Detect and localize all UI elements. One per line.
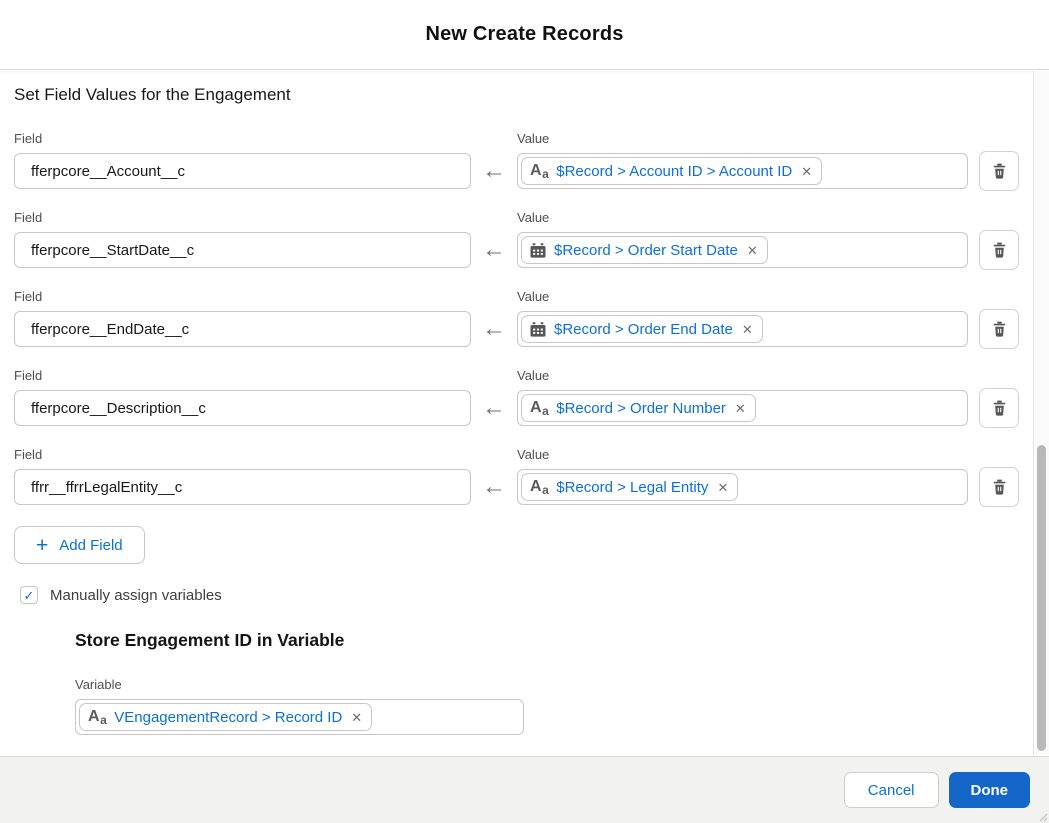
left-arrow-icon: ←	[471, 390, 517, 426]
field-input-value: fferpcore__Description__c	[31, 400, 206, 417]
field-label: Field	[14, 210, 471, 226]
store-variable-section: Store Engagement ID in Variable Variable…	[75, 630, 1019, 735]
field-label: Field	[14, 289, 471, 305]
value-pill[interactable]: Aa $Record > Legal Entity ✕	[521, 473, 738, 501]
value-pill[interactable]: Aa $Record > Order End Date ✕	[521, 315, 763, 343]
trash-icon	[992, 321, 1007, 337]
store-variable-heading: Store Engagement ID in Variable	[75, 630, 1019, 651]
field-label: Field	[14, 131, 471, 147]
calendar-icon	[530, 243, 546, 258]
value-pill[interactable]: Aa $Record > Account ID > Account ID ✕	[521, 157, 822, 185]
scrollbar-track[interactable]	[1033, 71, 1049, 755]
remove-icon[interactable]: ✕	[747, 244, 758, 257]
trash-icon	[992, 242, 1007, 258]
dialog-body: Set Field Values for the Engagement Fiel…	[0, 71, 1033, 755]
text-type-icon: Aa	[530, 163, 548, 179]
delete-row-button[interactable]	[979, 309, 1019, 349]
remove-icon[interactable]: ✕	[742, 323, 753, 336]
add-field-label: Add Field	[59, 537, 122, 554]
dialog-footer: Cancel Done	[0, 756, 1049, 823]
manually-assign-label: Manually assign variables	[50, 587, 222, 604]
remove-icon[interactable]: ✕	[717, 481, 728, 494]
value-input[interactable]: Aa $Record > Account ID > Account ID ✕	[517, 153, 968, 189]
value-label: Value	[517, 131, 968, 147]
text-type-icon: Aa	[88, 709, 106, 725]
left-arrow-icon: ←	[471, 232, 517, 268]
cancel-button[interactable]: Cancel	[844, 772, 939, 808]
pill-text: $Record > Legal Entity	[556, 479, 708, 496]
remove-icon[interactable]: ✕	[351, 711, 362, 724]
value-label: Value	[517, 289, 968, 305]
check-icon: ✓	[24, 589, 35, 602]
left-arrow-icon: ←	[471, 469, 517, 505]
delete-row-button[interactable]	[979, 230, 1019, 270]
value-input[interactable]: Aa $Record > Legal Entity ✕	[517, 469, 968, 505]
field-input-value: fferpcore__EndDate__c	[31, 321, 189, 338]
value-input[interactable]: Aa $Record > Order End Date ✕	[517, 311, 968, 347]
field-value-row: Field fferpcore__Description__c ← Value …	[14, 368, 1019, 426]
dialog-title: New Create Records	[425, 23, 623, 46]
add-field-button[interactable]: + Add Field	[14, 526, 145, 564]
dialog-header: New Create Records	[0, 0, 1049, 70]
scrollbar-thumb[interactable]	[1037, 445, 1046, 751]
value-input[interactable]: Aa $Record > Order Start Date ✕	[517, 232, 968, 268]
trash-icon	[992, 163, 1007, 179]
trash-icon	[992, 479, 1007, 495]
variable-pill[interactable]: Aa VEngagementRecord > Record ID ✕	[79, 703, 372, 731]
variable-pill-text: VEngagementRecord > Record ID	[114, 709, 342, 726]
variable-label: Variable	[75, 677, 524, 693]
pill-text: $Record > Order End Date	[554, 321, 733, 338]
field-value-row: Field fferpcore__EndDate__c ← Value Aa	[14, 289, 1019, 347]
field-rows: Field fferpcore__Account__c ← Value Aa	[14, 131, 1019, 505]
manually-assign-checkbox[interactable]: ✓	[20, 586, 38, 604]
left-arrow-icon: ←	[471, 311, 517, 347]
variable-input[interactable]: Aa VEngagementRecord > Record ID ✕	[75, 699, 524, 735]
field-input-value: fferpcore__StartDate__c	[31, 242, 194, 259]
field-value-row: Field fferpcore__StartDate__c ← Value Aa	[14, 210, 1019, 268]
field-input[interactable]: fferpcore__Description__c	[14, 390, 471, 426]
text-type-icon: Aa	[530, 400, 548, 416]
field-input-value: ffrr__ffrrLegalEntity__c	[31, 479, 182, 496]
value-pill[interactable]: Aa $Record > Order Number ✕	[521, 394, 756, 422]
resize-grip-icon	[1039, 813, 1048, 822]
manually-assign-row: ✓ Manually assign variables	[20, 586, 1019, 604]
delete-row-button[interactable]	[979, 388, 1019, 428]
remove-icon[interactable]: ✕	[735, 402, 746, 415]
value-label: Value	[517, 210, 968, 226]
field-input[interactable]: ffrr__ffrrLegalEntity__c	[14, 469, 471, 505]
pill-text: $Record > Account ID > Account ID	[556, 163, 792, 180]
value-input[interactable]: Aa $Record > Order Number ✕	[517, 390, 968, 426]
text-type-icon: Aa	[530, 479, 548, 495]
field-input-value: fferpcore__Account__c	[31, 163, 185, 180]
field-label: Field	[14, 368, 471, 384]
left-arrow-icon: ←	[471, 153, 517, 189]
pill-text: $Record > Order Start Date	[554, 242, 738, 259]
remove-icon[interactable]: ✕	[801, 165, 812, 178]
field-input[interactable]: fferpcore__StartDate__c	[14, 232, 471, 268]
value-label: Value	[517, 447, 968, 463]
plus-icon: +	[36, 535, 48, 556]
calendar-icon	[530, 322, 546, 337]
section-heading: Set Field Values for the Engagement	[14, 85, 1019, 105]
delete-row-button[interactable]	[979, 151, 1019, 191]
delete-row-button[interactable]	[979, 467, 1019, 507]
field-label: Field	[14, 447, 471, 463]
field-input[interactable]: fferpcore__Account__c	[14, 153, 471, 189]
trash-icon	[992, 400, 1007, 416]
field-value-row: Field ffrr__ffrrLegalEntity__c ← Value A…	[14, 447, 1019, 505]
field-value-row: Field fferpcore__Account__c ← Value Aa	[14, 131, 1019, 189]
pill-text: $Record > Order Number	[556, 400, 726, 417]
done-button[interactable]: Done	[949, 772, 1031, 808]
value-label: Value	[517, 368, 968, 384]
field-input[interactable]: fferpcore__EndDate__c	[14, 311, 471, 347]
value-pill[interactable]: Aa $Record > Order Start Date ✕	[521, 236, 768, 264]
